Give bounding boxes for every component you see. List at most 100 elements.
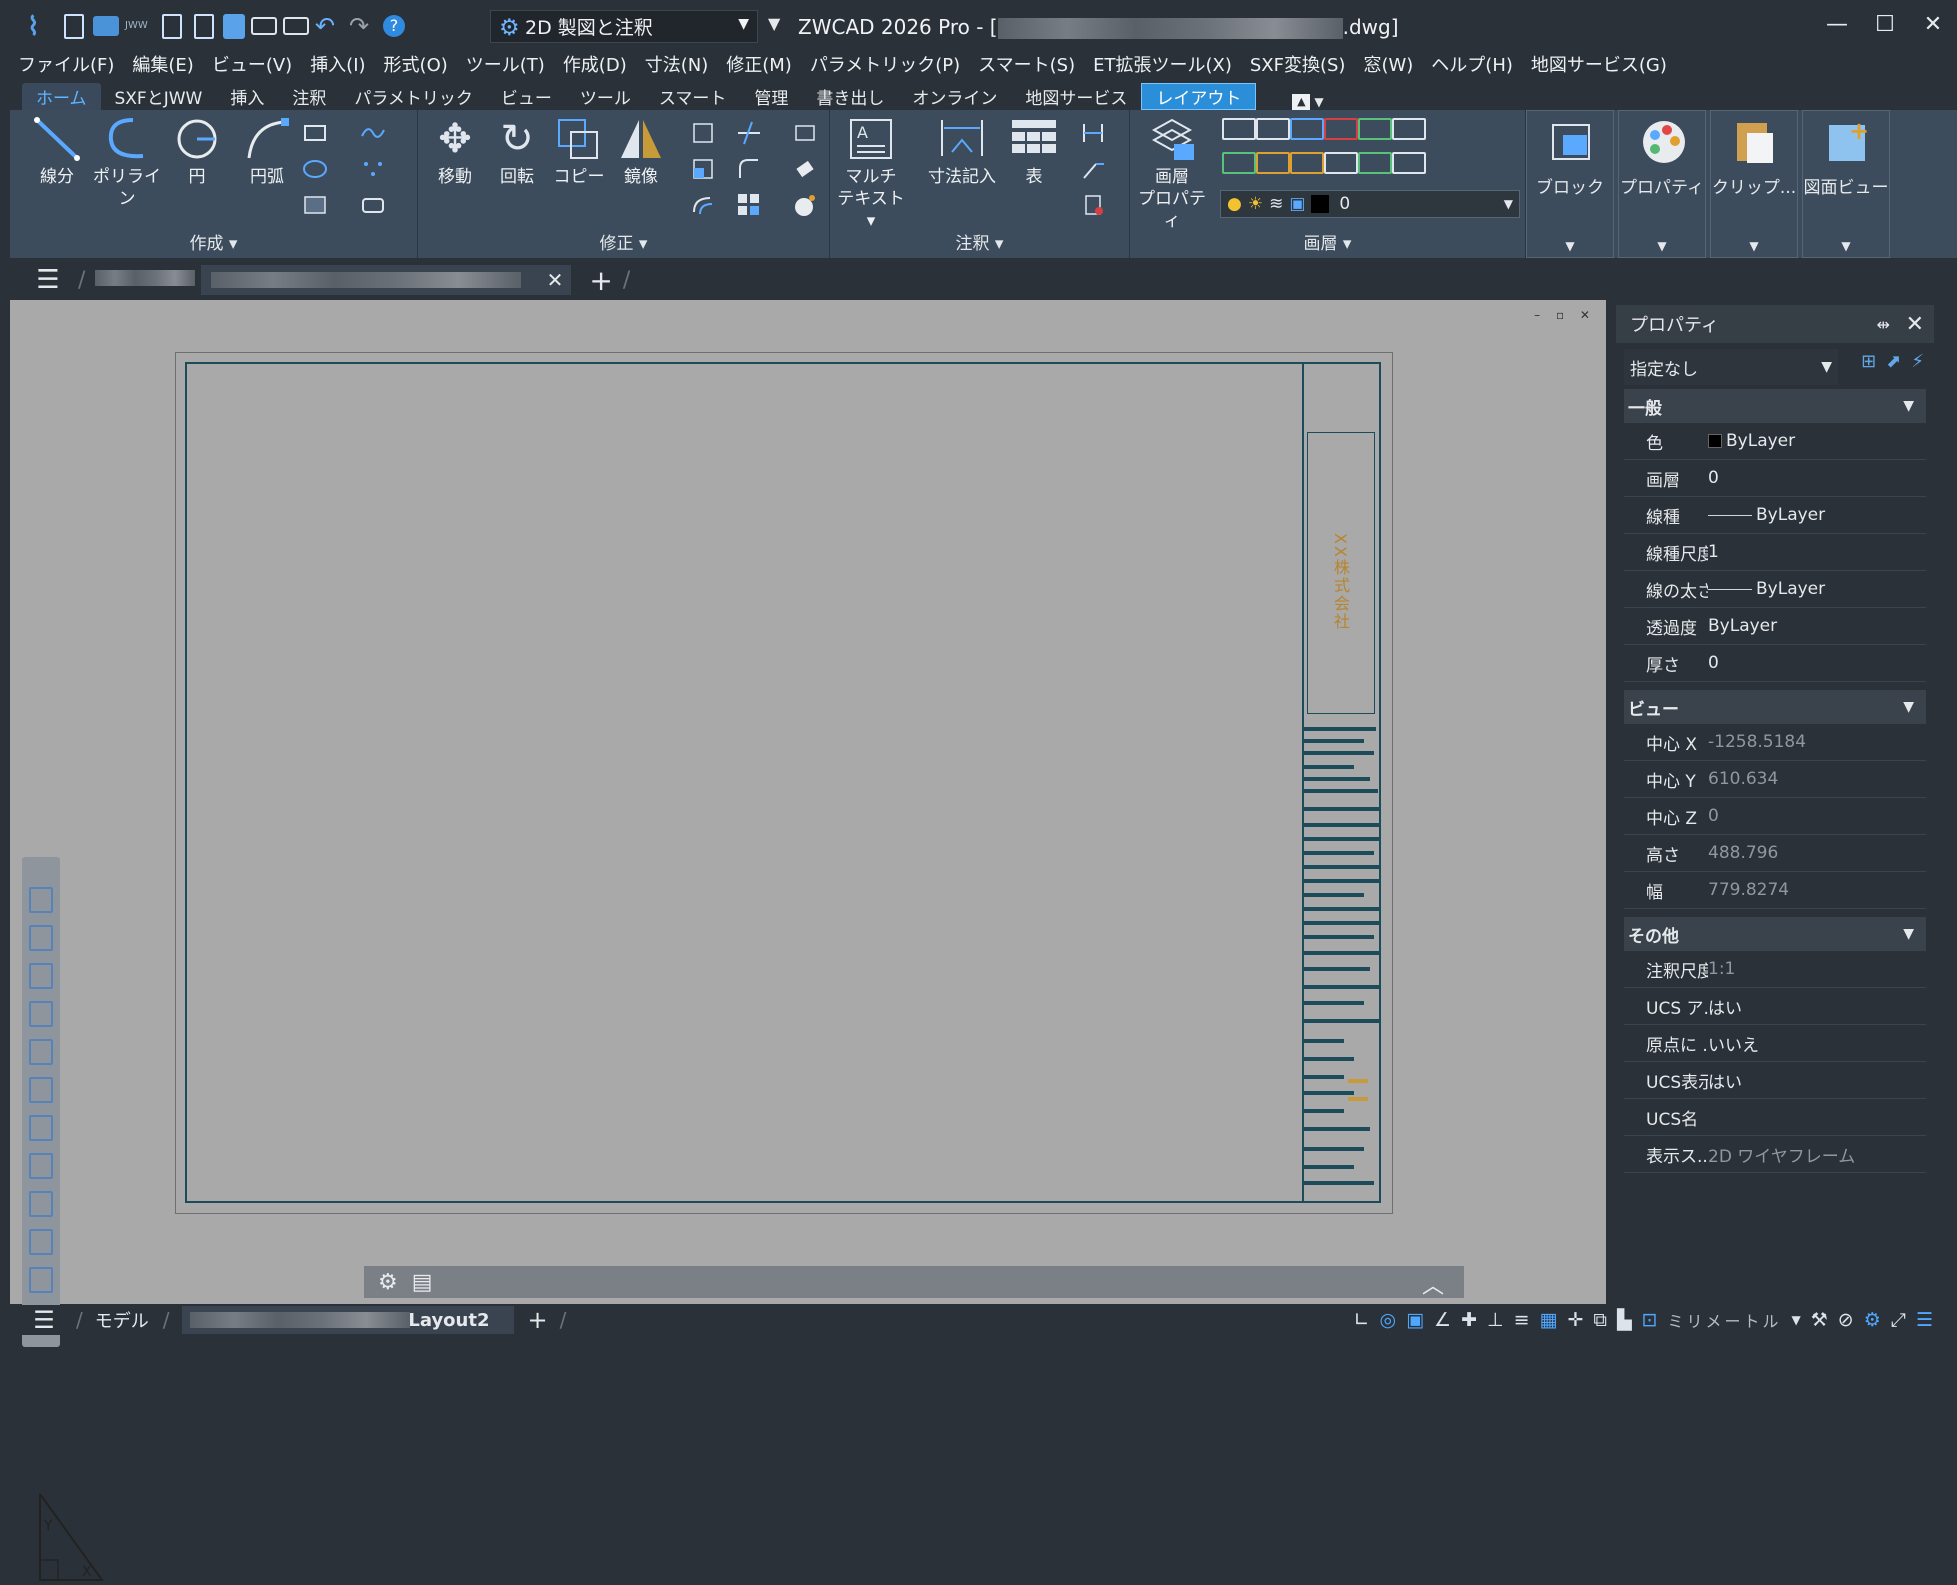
tab-manage[interactable]: 管理 xyxy=(740,83,802,110)
tab-insert[interactable]: 挿入 xyxy=(216,83,278,110)
arc-button[interactable]: 円弧 xyxy=(230,116,304,188)
isolate-icon[interactable]: ⊘ xyxy=(1838,1309,1854,1331)
line-button[interactable]: 線分 xyxy=(20,116,94,188)
hamburger-menu-icon[interactable]: ☰ xyxy=(24,1306,64,1334)
model-space-icon[interactable]: ▦ xyxy=(1539,1309,1557,1331)
copy-tool-icon[interactable] xyxy=(29,1191,53,1217)
menu-edit[interactable]: 編集(E) xyxy=(132,51,193,77)
mirror-button[interactable]: 鏡像 xyxy=(604,116,678,188)
layer-properties-button[interactable]: 画層 プロパティ xyxy=(1132,116,1212,232)
prop-row[interactable]: 中心 Z 0 xyxy=(1624,798,1926,835)
linear-dim-icon[interactable] xyxy=(1080,120,1106,146)
prop-row[interactable]: UCS表示 はい xyxy=(1624,1062,1926,1099)
insert-tool-icon[interactable] xyxy=(29,1115,53,1141)
mtext-button[interactable]: A マルチ テキスト ▾ xyxy=(834,116,908,232)
layer-tool-icon[interactable] xyxy=(1256,118,1290,140)
fullscreen-icon[interactable]: ⤢ xyxy=(1891,1309,1906,1331)
coordinate-icon[interactable]: ⊡ xyxy=(1642,1309,1658,1331)
section-other[interactable]: その他 ▼ xyxy=(1624,917,1926,951)
select-objects-icon[interactable]: ⬈ xyxy=(1886,351,1901,372)
layer-tool-icon[interactable] xyxy=(1392,118,1426,140)
menu-draw[interactable]: 作成(D) xyxy=(563,51,627,77)
layer-tool-icon[interactable] xyxy=(29,887,53,913)
snap-icon[interactable]: ∟ xyxy=(1354,1309,1370,1331)
maximize-button[interactable]: ☐ xyxy=(1861,0,1909,48)
layer-dropdown[interactable]: ● ☀ ≋ ▣ 0 ▼ xyxy=(1220,190,1520,218)
menu-map[interactable]: 地図サービス(G) xyxy=(1531,51,1667,77)
prop-row[interactable]: 透過度 ByLayer xyxy=(1624,608,1926,645)
prop-row[interactable]: 線の太さ ByLayer xyxy=(1624,571,1926,608)
region-icon[interactable] xyxy=(360,192,386,218)
prop-row[interactable]: 表示ス... 2D ワイヤフレーム xyxy=(1624,1136,1926,1173)
prop-row[interactable]: 中心 X -1258.5184 xyxy=(1624,724,1926,761)
prop-row[interactable]: 色 ByLayer xyxy=(1624,423,1926,460)
layer-tool-icon[interactable] xyxy=(1392,152,1426,174)
polar-icon[interactable]: ∠ xyxy=(1434,1309,1451,1331)
section-view[interactable]: ビュー ▼ xyxy=(1624,690,1926,724)
clipboard-button[interactable]: クリップ... ▼ xyxy=(1710,110,1798,258)
ruler-icon[interactable] xyxy=(29,1267,53,1293)
menu-window[interactable]: 窓(W) xyxy=(1363,51,1413,77)
tab-layout[interactable]: レイアウト xyxy=(1141,83,1257,110)
prop-row[interactable]: UCS名 xyxy=(1624,1099,1926,1136)
new-layout-button[interactable]: + xyxy=(528,1306,548,1334)
section-general[interactable]: 一般 ▼ xyxy=(1624,389,1926,423)
layer-tool-icon[interactable] xyxy=(1324,152,1358,174)
list-icon[interactable] xyxy=(29,963,53,989)
copy-file-icon[interactable] xyxy=(223,13,245,39)
menu-smart[interactable]: スマート(S) xyxy=(978,51,1075,77)
new-tab-button[interactable]: + xyxy=(589,264,612,297)
layer-tool-icon[interactable] xyxy=(1256,152,1290,174)
app-logo-icon[interactable]: ⌇ xyxy=(27,12,55,42)
open-folder-icon[interactable] xyxy=(93,16,119,36)
properties-button[interactable]: プロパティ ▼ xyxy=(1618,110,1706,258)
layer-tool-icon[interactable] xyxy=(1290,152,1324,174)
tab-view[interactable]: ビュー xyxy=(487,83,566,110)
stretch-icon[interactable] xyxy=(690,120,716,146)
offset-icon[interactable] xyxy=(690,192,716,218)
prop-row[interactable]: UCS ア...はい xyxy=(1624,988,1926,1025)
new-file-icon[interactable] xyxy=(64,13,84,39)
toggle-pickadd-icon[interactable]: ⊞ xyxy=(1861,351,1876,372)
tab-parametric[interactable]: パラメトリック xyxy=(340,83,487,110)
document-tab-active[interactable]: ✕ xyxy=(201,265,572,295)
menu-file[interactable]: ファイル(F) xyxy=(18,51,114,77)
lineweight-icon[interactable]: ≡ xyxy=(1514,1309,1530,1331)
help-icon[interactable]: ? xyxy=(383,15,405,37)
match-prop-icon[interactable] xyxy=(29,925,53,951)
ortho-icon[interactable]: ▣ xyxy=(1406,1309,1424,1331)
layer-tool-icon[interactable] xyxy=(1358,118,1392,140)
layer-tool-icon[interactable] xyxy=(1324,118,1358,140)
leader-icon[interactable] xyxy=(1080,156,1106,182)
break-icon[interactable] xyxy=(792,120,818,146)
prop-row[interactable]: 線種 ByLayer xyxy=(1624,497,1926,534)
menu-sxf[interactable]: SXF変換(S) xyxy=(1250,51,1346,77)
osnap-icon[interactable]: ✚ xyxy=(1461,1309,1477,1331)
layer-tool-icon[interactable] xyxy=(1358,152,1392,174)
prop-row[interactable]: 線種尺度 1 xyxy=(1624,534,1926,571)
hamburger-menu-icon[interactable]: ☰ xyxy=(28,265,68,295)
trim-icon[interactable] xyxy=(736,120,762,146)
otrack-icon[interactable]: ⊥ xyxy=(1487,1309,1504,1331)
measure-icon[interactable] xyxy=(29,1001,53,1027)
undo-icon[interactable]: ↶ xyxy=(315,12,343,40)
close-tab-icon[interactable]: ✕ xyxy=(547,268,564,292)
erase-icon[interactable] xyxy=(792,156,818,182)
save-icon[interactable] xyxy=(162,13,182,39)
dimension-button[interactable]: 寸法記入 xyxy=(914,116,1010,188)
close-icon[interactable]: ✕ xyxy=(1906,312,1924,337)
quick-select-icon[interactable]: ⚡ xyxy=(1911,351,1924,372)
tab-map-service[interactable]: 地図サービス xyxy=(1011,83,1141,110)
menu-dimension[interactable]: 寸法(N) xyxy=(645,51,709,77)
tab-model[interactable]: モデル xyxy=(95,1307,149,1333)
prop-row[interactable]: 画層 0 xyxy=(1624,460,1926,497)
block-tool-icon[interactable] xyxy=(29,1077,53,1103)
tab-home[interactable]: ホーム xyxy=(22,83,101,110)
prop-row[interactable]: 中心 Y 610.634 xyxy=(1624,761,1926,798)
rectangle-icon[interactable] xyxy=(302,120,328,146)
chevron-down-icon[interactable]: ▼ xyxy=(1792,1313,1801,1327)
layer-tool-icon[interactable] xyxy=(1222,152,1256,174)
redo-icon[interactable]: ↷ xyxy=(349,12,377,40)
ribbon-minimize-toggle[interactable]: ▲ ▼ xyxy=(1292,94,1324,110)
spline-icon[interactable] xyxy=(360,120,386,146)
